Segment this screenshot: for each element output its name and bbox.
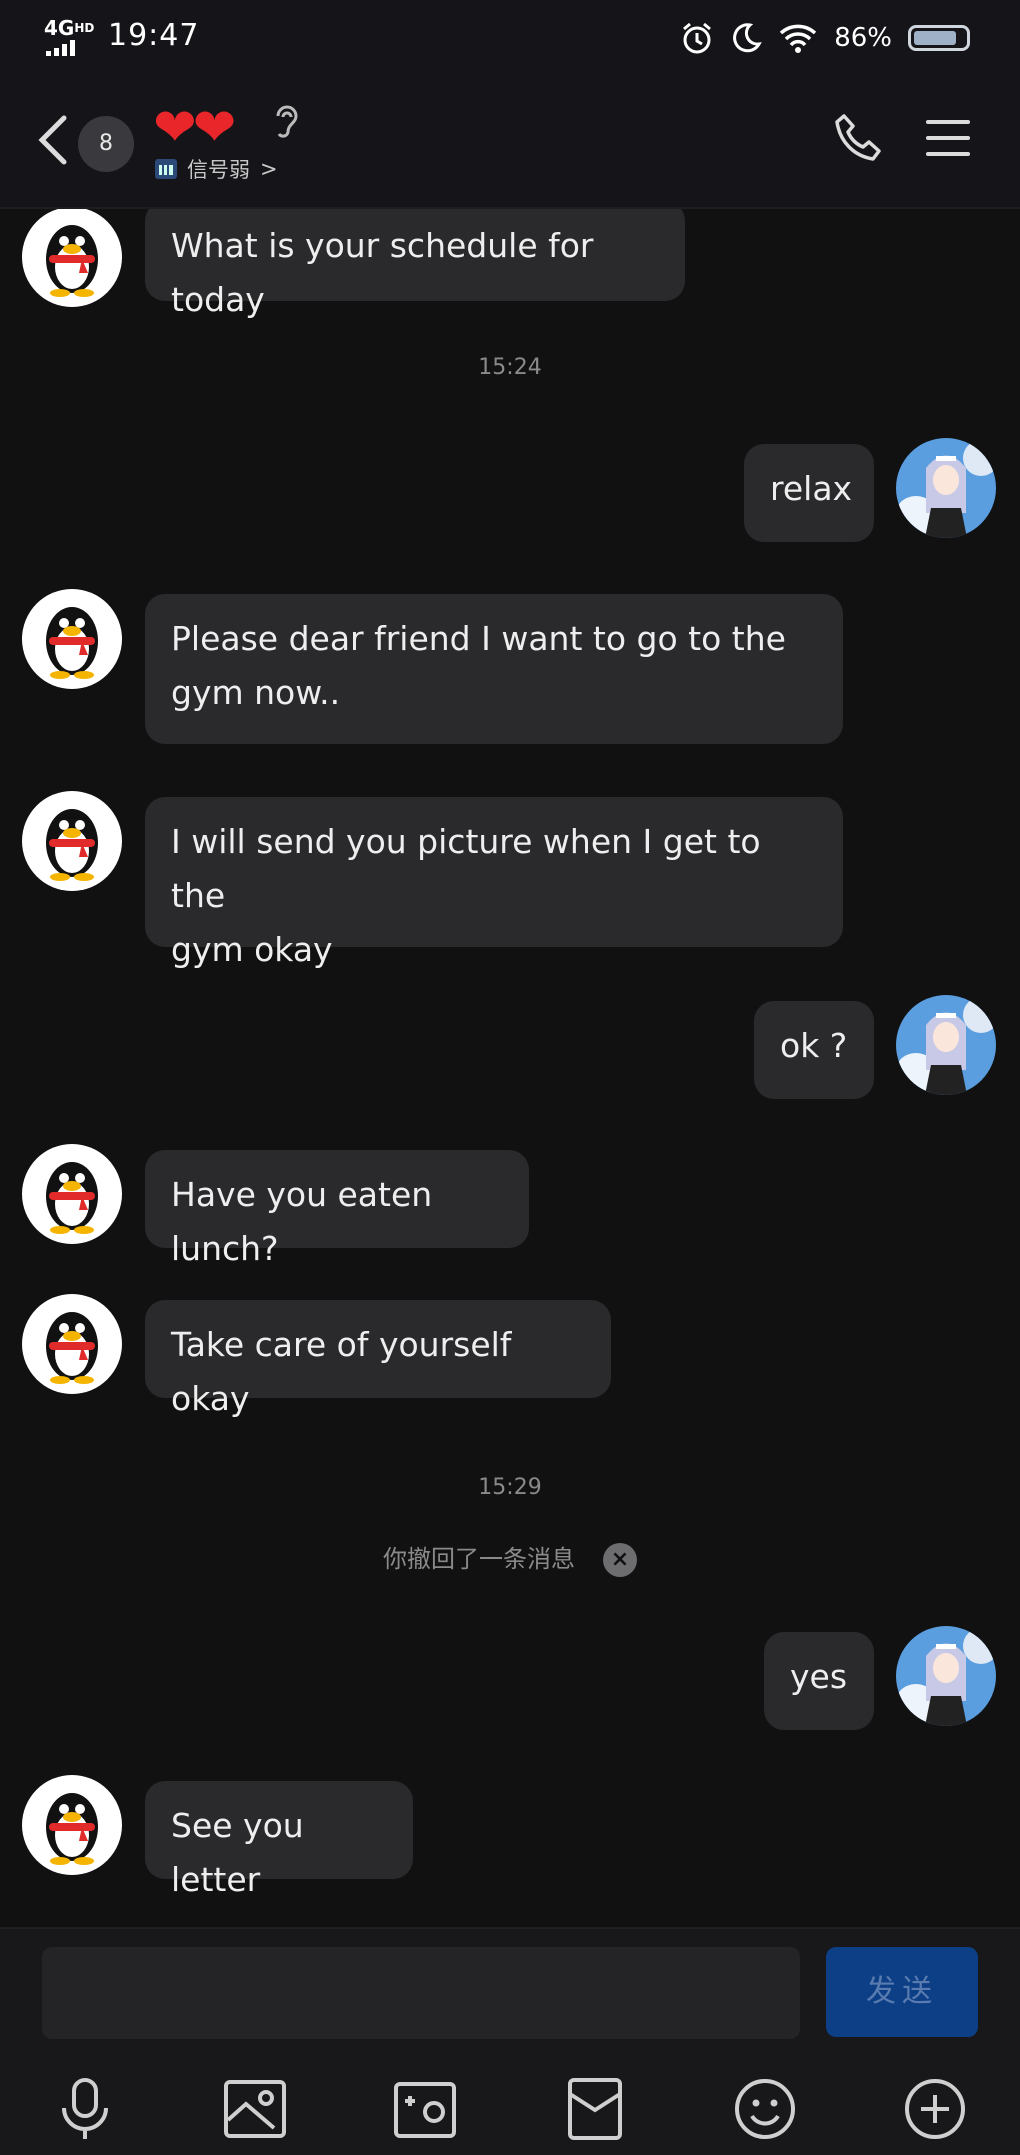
timestamp: 15:29	[478, 1475, 542, 1500]
toolbar	[0, 2074, 1020, 2144]
message-input[interactable]	[42, 1947, 800, 2039]
camera-icon[interactable]	[390, 2074, 460, 2144]
image-icon[interactable]	[220, 2074, 290, 2144]
network-indicator: 4GHD	[44, 16, 95, 40]
phone-call-icon[interactable]	[834, 112, 886, 164]
anime-avatar-image	[896, 438, 996, 538]
message-list[interactable]: What is your schedule for today 15:24 re…	[0, 209, 1020, 1927]
message-bubble[interactable]: relax	[744, 444, 874, 542]
message-bubble[interactable]: See you letter	[145, 1781, 413, 1899]
contact-avatar[interactable]	[22, 1144, 122, 1244]
recall-notice: 你撤回了一条消息 ×	[0, 1539, 1020, 1577]
penguin-icon	[46, 1162, 98, 1234]
status-bar: 4GHD 19:47 86%	[0, 0, 1020, 72]
menu-icon[interactable]	[926, 120, 970, 160]
red-packet-icon[interactable]	[560, 2074, 630, 2144]
penguin-icon	[46, 809, 98, 881]
message-bubble[interactable]: Have you eaten lunch?	[145, 1150, 529, 1268]
plus-icon[interactable]	[900, 2074, 970, 2144]
penguin-icon	[46, 1312, 98, 1384]
back-arrow-icon[interactable]	[30, 112, 74, 168]
send-button[interactable]: 发送	[826, 1947, 978, 2037]
signal-status-icon	[155, 159, 177, 179]
microphone-icon[interactable]	[50, 2074, 120, 2144]
contact-avatar[interactable]	[22, 1294, 122, 1394]
contact-avatar[interactable]	[22, 1775, 122, 1875]
unread-badge: 8	[78, 116, 134, 172]
chat-title: ❤❤	[153, 98, 236, 158]
contact-avatar[interactable]	[22, 209, 122, 307]
penguin-icon	[46, 225, 98, 297]
message-bubble[interactable]: Please dear friend I want to go to the gy…	[145, 594, 843, 744]
alarm-icon	[683, 22, 712, 54]
user-avatar[interactable]	[896, 995, 996, 1095]
anime-avatar-image	[896, 995, 996, 1095]
message-bubble[interactable]: Take care of yourself okay	[145, 1300, 611, 1418]
close-icon[interactable]: ×	[603, 1543, 637, 1577]
contact-avatar[interactable]	[22, 589, 122, 689]
penguin-icon	[46, 607, 98, 679]
signal-bars-icon	[46, 40, 82, 56]
emoji-icon[interactable]	[730, 2074, 800, 2144]
ear-icon	[276, 105, 298, 138]
battery-percent: 86%	[834, 23, 892, 53]
chat-header: 8 ❤❤ 信号弱 >	[0, 72, 1020, 209]
message-bubble[interactable]: yes	[764, 1632, 874, 1730]
user-avatar[interactable]	[896, 1626, 996, 1726]
composer: 发送	[0, 1927, 1020, 2155]
message-bubble[interactable]: What is your schedule for today	[145, 209, 685, 319]
message-bubble[interactable]: I will send you picture when I get to th…	[145, 797, 843, 969]
clock: 19:47	[108, 18, 200, 53]
message-bubble[interactable]: ok ?	[754, 1001, 874, 1099]
connection-status[interactable]: 信号弱 >	[155, 154, 278, 184]
anime-avatar-image	[896, 1626, 996, 1726]
moon-icon	[733, 23, 762, 53]
battery-icon	[908, 25, 970, 51]
contact-avatar[interactable]	[22, 791, 122, 891]
penguin-icon	[46, 1793, 98, 1865]
wifi-icon	[780, 24, 817, 53]
user-avatar[interactable]	[896, 438, 996, 538]
timestamp: 15:24	[478, 355, 542, 380]
